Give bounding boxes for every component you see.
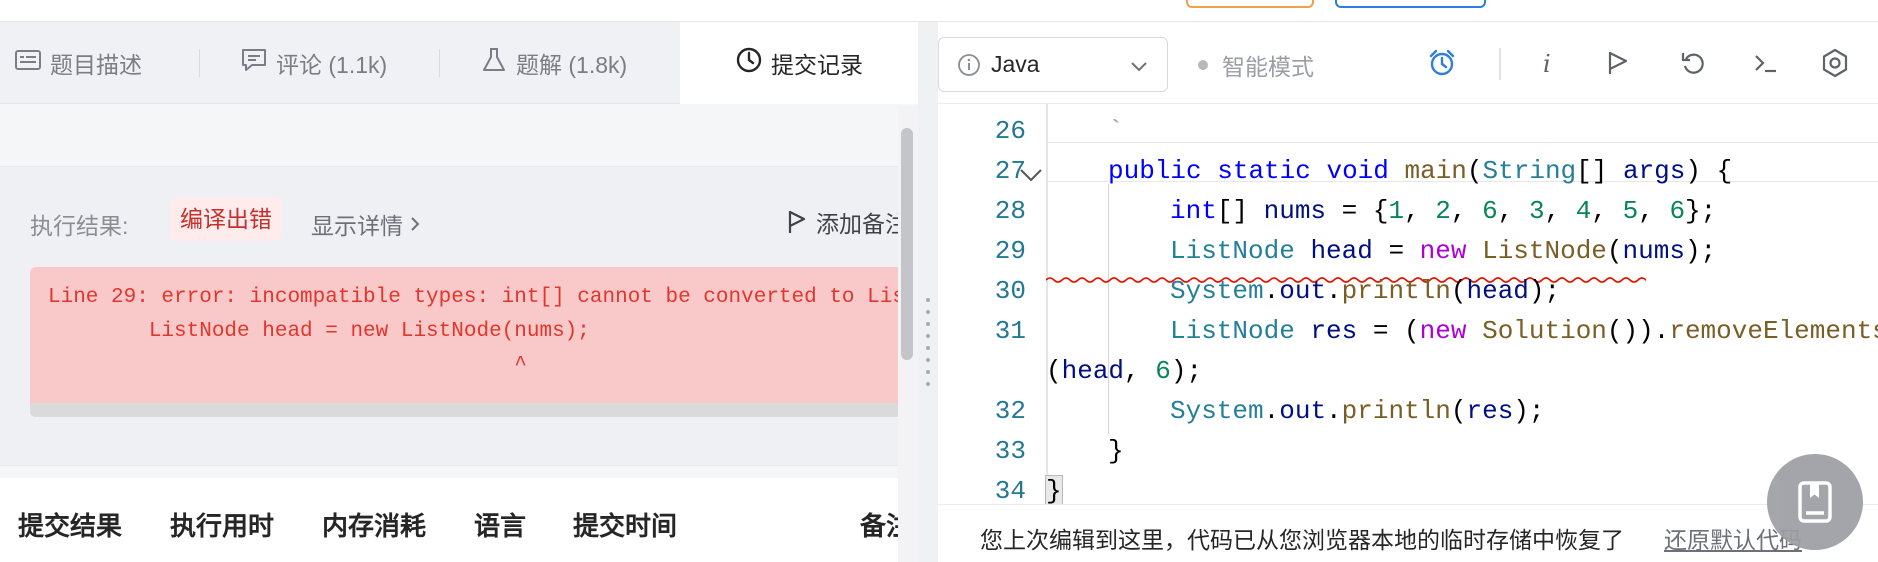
code-line-31-wrap: (head, 6); bbox=[1046, 356, 1203, 386]
smart-mode-toggle[interactable]: 智能模式 bbox=[1198, 48, 1314, 82]
editor-panel: Java 智能模式 i 26 27 28 29 30 31 32 33 34 `… bbox=[938, 22, 1878, 562]
splitter-grip bbox=[926, 358, 930, 362]
error-message: Line 29: error: incompatible types: int[… bbox=[48, 281, 898, 383]
chevron-right-icon bbox=[411, 217, 420, 231]
line-number: 26 bbox=[994, 116, 1026, 146]
error-line: ListNode head = new ListNode(nums); bbox=[48, 320, 590, 343]
left-panel: 题目描述 评论 (1.1k) 题解 (1.8k) 提交记录 执行结果: 编译出错 bbox=[0, 22, 918, 562]
tab-submissions-label: 提交记录 bbox=[771, 52, 863, 78]
line-number: 31 bbox=[994, 316, 1026, 346]
info-icon bbox=[958, 53, 980, 76]
show-details-label: 显示详情 bbox=[311, 213, 403, 239]
top-bar bbox=[0, 0, 1878, 22]
error-message-box: Line 29: error: incompatible types: int[… bbox=[30, 267, 898, 417]
column-header: 提交结果 bbox=[18, 511, 123, 541]
show-details-link[interactable]: 显示详情 bbox=[311, 207, 421, 241]
language-label: Java bbox=[991, 51, 1040, 77]
scrollbar-thumb[interactable] bbox=[901, 128, 913, 360]
tab-submissions[interactable]: 提交记录 bbox=[680, 22, 918, 104]
splitter-grip bbox=[926, 298, 930, 302]
code-line-32: System.out.println(res); bbox=[1170, 396, 1545, 426]
top-action-button[interactable] bbox=[1186, 0, 1314, 8]
comment-icon bbox=[240, 46, 268, 80]
restore-notice: 您上次编辑到这里，代码已从您浏览器本地的临时存储中恢复了 还原默认代码 bbox=[938, 504, 1878, 562]
flag-icon bbox=[788, 211, 806, 233]
error-line: ^ bbox=[48, 354, 527, 377]
indent-guide bbox=[1108, 184, 1109, 424]
code-line-30: System.out.println(head); bbox=[1170, 276, 1561, 306]
editor-toolbar: Java 智能模式 i bbox=[938, 22, 1878, 104]
run-flag-icon[interactable] bbox=[1601, 46, 1635, 80]
splitter-grip bbox=[926, 346, 930, 350]
splitter-grip bbox=[926, 370, 930, 374]
column-header: 执行用时 bbox=[170, 511, 275, 541]
tab-solutions-label: 题解 (1.8k) bbox=[516, 52, 628, 78]
toolbar-divider bbox=[1499, 48, 1501, 80]
line-number: 30 bbox=[994, 276, 1026, 306]
pane-splitter[interactable] bbox=[918, 22, 938, 562]
vertical-scrollbar[interactable] bbox=[898, 106, 918, 562]
tab-comments[interactable]: 评论 (1.1k) bbox=[200, 22, 440, 104]
splitter-grip bbox=[926, 322, 930, 326]
top-submit-button[interactable] bbox=[1335, 0, 1486, 8]
tab-description-label: 题目描述 bbox=[50, 52, 142, 78]
chevron-down-icon bbox=[1131, 62, 1147, 72]
submission-panel: 执行结果: 编译出错 显示详情 添加备注 Line 29: error: inc… bbox=[0, 106, 912, 562]
code-line-29: ListNode head = new ListNode(nums); bbox=[1170, 236, 1717, 266]
add-note-label: 添加备注 bbox=[816, 211, 908, 237]
column-header: 提交时间 bbox=[573, 511, 678, 541]
splitter-grip bbox=[926, 382, 930, 386]
result-label: 执行结果: bbox=[30, 213, 129, 239]
line-number: 28 bbox=[994, 196, 1026, 226]
line-number: 34 bbox=[994, 476, 1026, 504]
tab-description[interactable]: 题目描述 bbox=[14, 22, 200, 104]
add-note-button[interactable]: 添加备注 bbox=[786, 205, 908, 239]
terminal-icon[interactable] bbox=[1749, 46, 1783, 80]
gutter-divider bbox=[1046, 104, 1048, 504]
italic-info-icon[interactable]: i bbox=[1530, 46, 1564, 80]
svg-text:i: i bbox=[1543, 50, 1551, 78]
clock-icon bbox=[735, 46, 763, 80]
code-line-34: } bbox=[1045, 475, 1063, 504]
smart-mode-label: 智能模式 bbox=[1222, 54, 1314, 80]
tab-solutions[interactable]: 题解 (1.8k) bbox=[440, 22, 680, 104]
language-select[interactable]: Java bbox=[938, 37, 1168, 92]
indent-guide bbox=[1108, 394, 1109, 434]
tab-comments-label: 评论 (1.1k) bbox=[276, 52, 388, 78]
code-line-27: public static void main(String[] args) { bbox=[1108, 156, 1733, 186]
code-line-25: ` bbox=[1108, 116, 1124, 146]
settings-gear-icon[interactable] bbox=[1818, 46, 1852, 80]
code-line-28: int[] nums = {1, 2, 6, 3, 4, 5, 6}; bbox=[1170, 196, 1717, 226]
flask-icon bbox=[480, 46, 508, 80]
splitter-grip bbox=[926, 334, 930, 338]
line-number: 33 bbox=[994, 436, 1026, 466]
line-number: 29 bbox=[994, 236, 1026, 266]
notebook-icon bbox=[1798, 481, 1832, 523]
line-number: 32 bbox=[994, 396, 1026, 426]
column-header: 内存消耗 bbox=[322, 511, 427, 541]
horizontal-scrollbar[interactable] bbox=[30, 403, 898, 417]
reset-icon[interactable] bbox=[1677, 46, 1711, 80]
alarm-clock-icon[interactable] bbox=[1425, 46, 1459, 80]
error-line: Line 29: error: incompatible types: int[… bbox=[48, 286, 898, 309]
submissions-table-header: 提交结果 执行用时 内存消耗 语言 提交时间 备注 bbox=[0, 478, 912, 562]
status-badge: 编译出错 bbox=[170, 197, 282, 241]
splitter-grip bbox=[926, 310, 930, 314]
notebook-button[interactable] bbox=[1767, 454, 1863, 550]
code-line-33: } bbox=[1108, 436, 1124, 466]
column-header: 语言 bbox=[474, 511, 527, 541]
tab-bar: 题目描述 评论 (1.1k) 题解 (1.8k) 提交记录 bbox=[0, 22, 918, 104]
fold-chevron-icon[interactable] bbox=[1018, 166, 1044, 184]
code-editor[interactable]: 26 27 28 29 30 31 32 33 34 ` public stat… bbox=[938, 104, 1878, 504]
description-icon bbox=[14, 46, 42, 80]
code-line-31: ListNode res = (new Solution()).removeEl… bbox=[1170, 316, 1878, 346]
restore-message: 您上次编辑到这里，代码已从您浏览器本地的临时存储中恢复了 bbox=[980, 527, 1624, 553]
mode-indicator bbox=[1198, 60, 1208, 70]
result-card: 执行结果: 编译出错 显示详情 添加备注 Line 29: error: inc… bbox=[0, 166, 908, 466]
